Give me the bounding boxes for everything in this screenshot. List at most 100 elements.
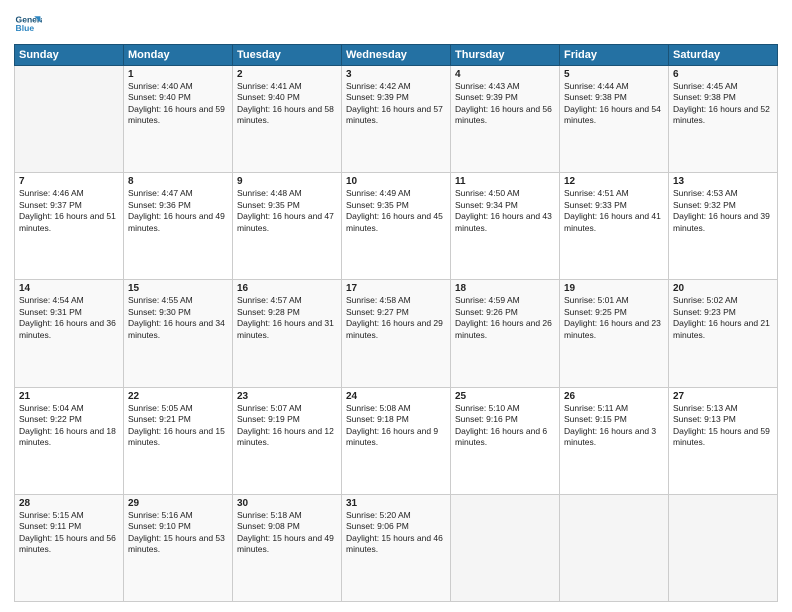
- day-number: 5: [564, 69, 664, 80]
- header-day-tuesday: Tuesday: [233, 45, 342, 66]
- day-number: 17: [346, 283, 446, 294]
- day-number: 18: [455, 283, 555, 294]
- calendar-cell: 3Sunrise: 4:42 AMSunset: 9:39 PMDaylight…: [342, 66, 451, 173]
- cell-text: Sunrise: 4:48 AMSunset: 9:35 PMDaylight:…: [237, 188, 334, 232]
- calendar-cell: 11Sunrise: 4:50 AMSunset: 9:34 PMDayligh…: [451, 173, 560, 280]
- header-day-wednesday: Wednesday: [342, 45, 451, 66]
- cell-text: Sunrise: 4:49 AMSunset: 9:35 PMDaylight:…: [346, 188, 443, 232]
- cell-text: Sunrise: 4:51 AMSunset: 9:33 PMDaylight:…: [564, 188, 661, 232]
- calendar-cell: 14Sunrise: 4:54 AMSunset: 9:31 PMDayligh…: [15, 280, 124, 387]
- calendar-cell: 13Sunrise: 4:53 AMSunset: 9:32 PMDayligh…: [669, 173, 778, 280]
- cell-text: Sunrise: 4:46 AMSunset: 9:37 PMDaylight:…: [19, 188, 116, 232]
- cell-text: Sunrise: 4:53 AMSunset: 9:32 PMDaylight:…: [673, 188, 770, 232]
- calendar-cell: [451, 494, 560, 601]
- calendar-cell: 8Sunrise: 4:47 AMSunset: 9:36 PMDaylight…: [124, 173, 233, 280]
- logo-icon: General Blue: [14, 10, 42, 38]
- day-number: 24: [346, 391, 446, 402]
- calendar-cell: 15Sunrise: 4:55 AMSunset: 9:30 PMDayligh…: [124, 280, 233, 387]
- header-day-monday: Monday: [124, 45, 233, 66]
- week-row-3: 14Sunrise: 4:54 AMSunset: 9:31 PMDayligh…: [15, 280, 778, 387]
- cell-text: Sunrise: 4:59 AMSunset: 9:26 PMDaylight:…: [455, 295, 552, 339]
- calendar-cell: 10Sunrise: 4:49 AMSunset: 9:35 PMDayligh…: [342, 173, 451, 280]
- calendar-cell: 24Sunrise: 5:08 AMSunset: 9:18 PMDayligh…: [342, 387, 451, 494]
- calendar-cell: [669, 494, 778, 601]
- day-number: 9: [237, 176, 337, 187]
- day-number: 21: [19, 391, 119, 402]
- cell-text: Sunrise: 5:11 AMSunset: 9:15 PMDaylight:…: [564, 403, 656, 447]
- calendar-cell: 5Sunrise: 4:44 AMSunset: 9:38 PMDaylight…: [560, 66, 669, 173]
- day-number: 3: [346, 69, 446, 80]
- day-number: 20: [673, 283, 773, 294]
- day-number: 2: [237, 69, 337, 80]
- day-number: 12: [564, 176, 664, 187]
- day-number: 26: [564, 391, 664, 402]
- cell-text: Sunrise: 5:20 AMSunset: 9:06 PMDaylight:…: [346, 510, 443, 554]
- calendar-cell: [15, 66, 124, 173]
- cell-text: Sunrise: 4:54 AMSunset: 9:31 PMDaylight:…: [19, 295, 116, 339]
- cell-text: Sunrise: 5:10 AMSunset: 9:16 PMDaylight:…: [455, 403, 547, 447]
- cell-text: Sunrise: 4:47 AMSunset: 9:36 PMDaylight:…: [128, 188, 225, 232]
- page: General Blue SundayMondayTuesdayWednesda…: [0, 0, 792, 612]
- calendar-cell: 16Sunrise: 4:57 AMSunset: 9:28 PMDayligh…: [233, 280, 342, 387]
- day-number: 14: [19, 283, 119, 294]
- cell-text: Sunrise: 5:01 AMSunset: 9:25 PMDaylight:…: [564, 295, 661, 339]
- day-number: 29: [128, 498, 228, 509]
- calendar-cell: 30Sunrise: 5:18 AMSunset: 9:08 PMDayligh…: [233, 494, 342, 601]
- cell-text: Sunrise: 4:50 AMSunset: 9:34 PMDaylight:…: [455, 188, 552, 232]
- cell-text: Sunrise: 4:58 AMSunset: 9:27 PMDaylight:…: [346, 295, 443, 339]
- cell-text: Sunrise: 5:08 AMSunset: 9:18 PMDaylight:…: [346, 403, 438, 447]
- calendar-cell: 7Sunrise: 4:46 AMSunset: 9:37 PMDaylight…: [15, 173, 124, 280]
- day-number: 15: [128, 283, 228, 294]
- header-day-saturday: Saturday: [669, 45, 778, 66]
- cell-text: Sunrise: 4:43 AMSunset: 9:39 PMDaylight:…: [455, 81, 552, 125]
- cell-text: Sunrise: 5:02 AMSunset: 9:23 PMDaylight:…: [673, 295, 770, 339]
- week-row-1: 1Sunrise: 4:40 AMSunset: 9:40 PMDaylight…: [15, 66, 778, 173]
- calendar-cell: 27Sunrise: 5:13 AMSunset: 9:13 PMDayligh…: [669, 387, 778, 494]
- day-number: 22: [128, 391, 228, 402]
- svg-text:Blue: Blue: [16, 23, 35, 33]
- calendar-cell: 22Sunrise: 5:05 AMSunset: 9:21 PMDayligh…: [124, 387, 233, 494]
- header-row: SundayMondayTuesdayWednesdayThursdayFrid…: [15, 45, 778, 66]
- calendar-cell: 12Sunrise: 4:51 AMSunset: 9:33 PMDayligh…: [560, 173, 669, 280]
- calendar-cell: 23Sunrise: 5:07 AMSunset: 9:19 PMDayligh…: [233, 387, 342, 494]
- calendar-cell: 21Sunrise: 5:04 AMSunset: 9:22 PMDayligh…: [15, 387, 124, 494]
- cell-text: Sunrise: 5:13 AMSunset: 9:13 PMDaylight:…: [673, 403, 770, 447]
- day-number: 31: [346, 498, 446, 509]
- day-number: 4: [455, 69, 555, 80]
- logo: General Blue: [14, 10, 42, 38]
- calendar-cell: 18Sunrise: 4:59 AMSunset: 9:26 PMDayligh…: [451, 280, 560, 387]
- day-number: 11: [455, 176, 555, 187]
- cell-text: Sunrise: 4:45 AMSunset: 9:38 PMDaylight:…: [673, 81, 770, 125]
- calendar-cell: 1Sunrise: 4:40 AMSunset: 9:40 PMDaylight…: [124, 66, 233, 173]
- day-number: 19: [564, 283, 664, 294]
- day-number: 23: [237, 391, 337, 402]
- cell-text: Sunrise: 5:07 AMSunset: 9:19 PMDaylight:…: [237, 403, 334, 447]
- header-day-sunday: Sunday: [15, 45, 124, 66]
- calendar-cell: 31Sunrise: 5:20 AMSunset: 9:06 PMDayligh…: [342, 494, 451, 601]
- cell-text: Sunrise: 4:42 AMSunset: 9:39 PMDaylight:…: [346, 81, 443, 125]
- day-number: 10: [346, 176, 446, 187]
- header-day-thursday: Thursday: [451, 45, 560, 66]
- day-number: 28: [19, 498, 119, 509]
- cell-text: Sunrise: 4:41 AMSunset: 9:40 PMDaylight:…: [237, 81, 334, 125]
- cell-text: Sunrise: 4:55 AMSunset: 9:30 PMDaylight:…: [128, 295, 225, 339]
- calendar-cell: 28Sunrise: 5:15 AMSunset: 9:11 PMDayligh…: [15, 494, 124, 601]
- cell-text: Sunrise: 5:15 AMSunset: 9:11 PMDaylight:…: [19, 510, 116, 554]
- header: General Blue: [14, 10, 778, 38]
- day-number: 7: [19, 176, 119, 187]
- calendar-cell: 17Sunrise: 4:58 AMSunset: 9:27 PMDayligh…: [342, 280, 451, 387]
- day-number: 27: [673, 391, 773, 402]
- cell-text: Sunrise: 4:40 AMSunset: 9:40 PMDaylight:…: [128, 81, 225, 125]
- calendar-cell: 26Sunrise: 5:11 AMSunset: 9:15 PMDayligh…: [560, 387, 669, 494]
- week-row-2: 7Sunrise: 4:46 AMSunset: 9:37 PMDaylight…: [15, 173, 778, 280]
- day-number: 13: [673, 176, 773, 187]
- header-day-friday: Friday: [560, 45, 669, 66]
- cell-text: Sunrise: 5:05 AMSunset: 9:21 PMDaylight:…: [128, 403, 225, 447]
- week-row-4: 21Sunrise: 5:04 AMSunset: 9:22 PMDayligh…: [15, 387, 778, 494]
- day-number: 16: [237, 283, 337, 294]
- cell-text: Sunrise: 4:57 AMSunset: 9:28 PMDaylight:…: [237, 295, 334, 339]
- day-number: 30: [237, 498, 337, 509]
- calendar-cell: 19Sunrise: 5:01 AMSunset: 9:25 PMDayligh…: [560, 280, 669, 387]
- calendar-cell: 20Sunrise: 5:02 AMSunset: 9:23 PMDayligh…: [669, 280, 778, 387]
- cell-text: Sunrise: 5:16 AMSunset: 9:10 PMDaylight:…: [128, 510, 225, 554]
